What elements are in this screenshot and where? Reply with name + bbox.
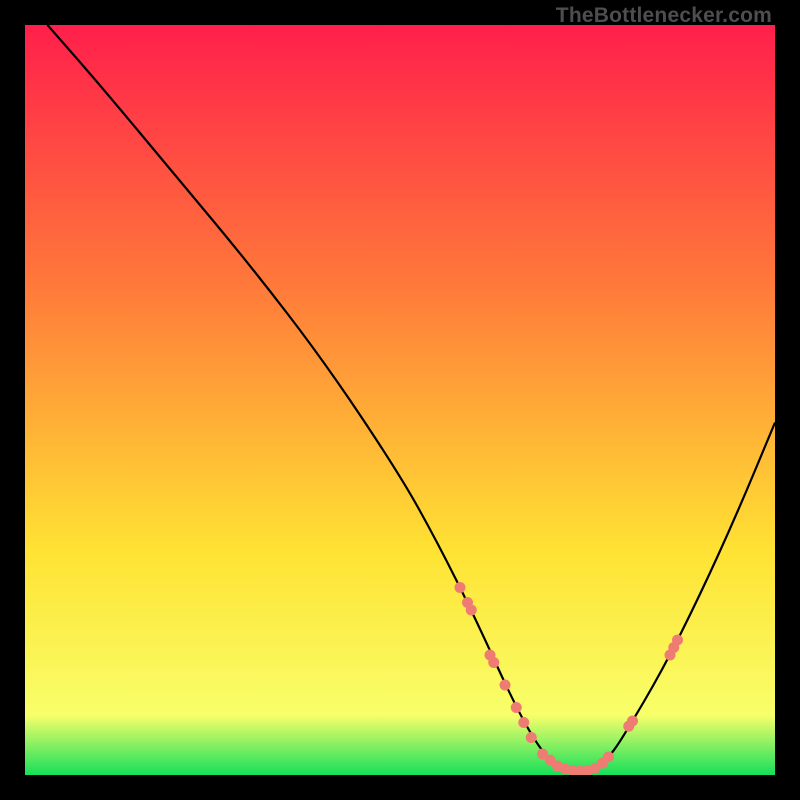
chart-frame (25, 25, 775, 775)
data-point (518, 717, 529, 728)
watermark-text: TheBottlenecker.com (556, 4, 772, 28)
bottleneck-chart (25, 25, 775, 775)
data-point (466, 605, 477, 616)
data-point (672, 635, 683, 646)
data-point (627, 716, 638, 727)
data-point (488, 657, 499, 668)
data-point (500, 680, 511, 691)
data-point (455, 582, 466, 593)
data-point (511, 702, 522, 713)
data-point (603, 752, 614, 763)
data-point (526, 732, 537, 743)
gradient-background (25, 25, 775, 775)
